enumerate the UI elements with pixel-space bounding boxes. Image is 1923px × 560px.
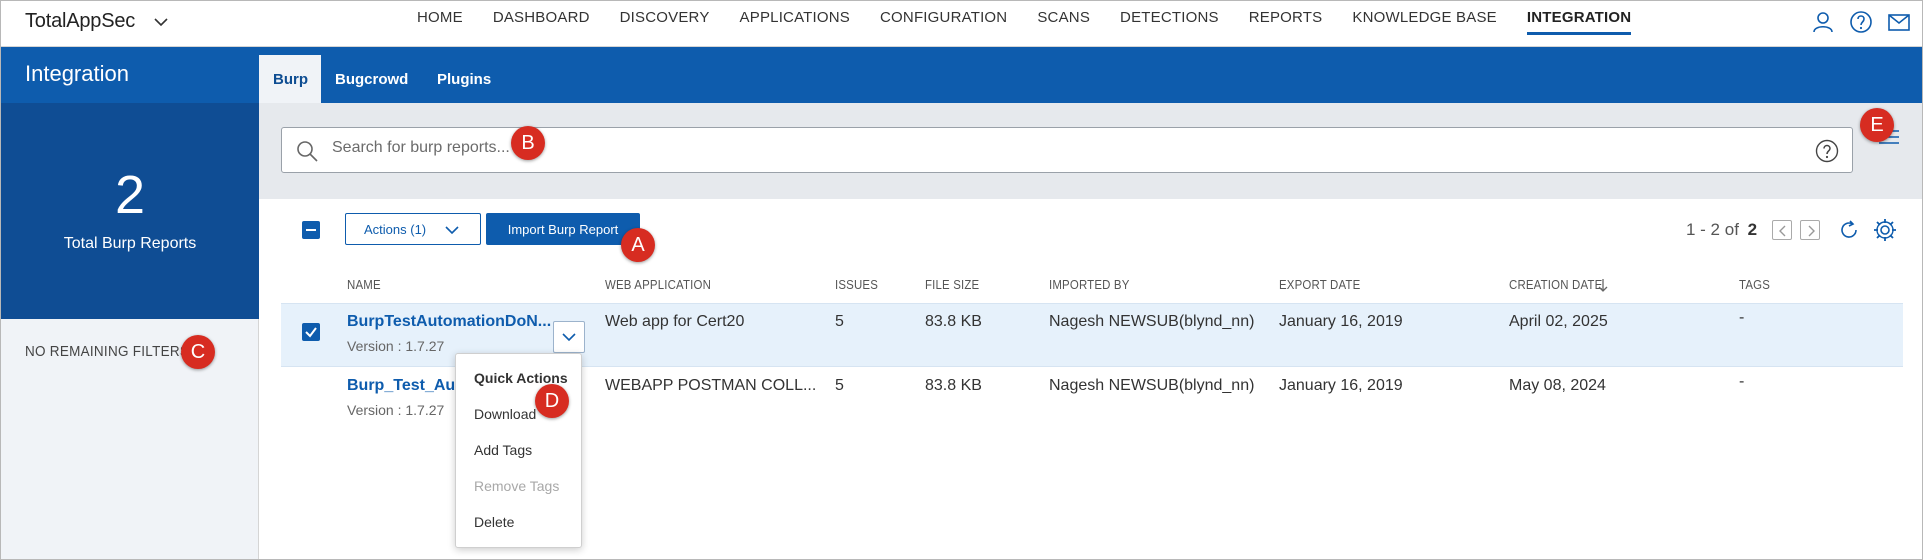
total-label: Total Burp Reports — [63, 235, 197, 252]
next-page-button[interactable] — [1800, 220, 1820, 240]
user-icon[interactable] — [1810, 9, 1836, 35]
chevron-down-icon — [445, 226, 459, 235]
tab-burp[interactable]: Burp — [259, 55, 321, 103]
column-header-imported-by[interactable]: IMPORTED BY — [1049, 277, 1130, 292]
column-header-tags[interactable]: TAGS — [1739, 277, 1770, 292]
web-application-cell: WEBAPP POSTMAN COLL... — [605, 377, 817, 394]
export-date-cell: January 16, 2019 — [1279, 313, 1403, 330]
top-navigation-bar: TotalAppSec HOME DASHBOARD DISCOVERY APP… — [1, 1, 1922, 47]
total-count: 2 — [114, 165, 146, 225]
creation-date-cell: April 02, 2025 — [1509, 313, 1608, 330]
tags-cell: - — [1739, 309, 1745, 326]
report-name-link[interactable]: Burp_Test_Aut — [347, 377, 461, 395]
column-header-name[interactable]: NAME — [347, 277, 381, 292]
tab-bugcrowd[interactable]: Bugcrowd — [321, 55, 422, 103]
file-size-cell: 83.8 KB — [925, 377, 982, 394]
nav-dashboard[interactable]: DASHBOARD — [493, 1, 590, 35]
row-checkbox[interactable] — [302, 323, 320, 341]
callout-badge-d: D — [535, 384, 569, 418]
report-version: Version : 1.7.27 — [347, 338, 445, 354]
brand-name: TotalAppSec — [25, 10, 136, 32]
nav-configuration[interactable]: CONFIGURATION — [880, 1, 1007, 35]
pager: 1 - 2 of 2 — [1686, 220, 1757, 240]
checkmark-icon — [305, 327, 317, 338]
app-window: TotalAppSec HOME DASHBOARD DISCOVERY APP… — [0, 0, 1923, 560]
actions-dropdown[interactable]: Actions (1) — [345, 213, 481, 245]
report-name-link[interactable]: BurpTestAutomationDoN... — [347, 313, 551, 331]
help-icon[interactable] — [1848, 9, 1874, 35]
prev-page-button[interactable] — [1772, 220, 1792, 240]
web-application-cell: Web app for Cert20 — [605, 313, 745, 330]
file-size-cell: 83.8 KB — [925, 313, 982, 330]
imported-by-cell: Nagesh NEWSUB(blynd_nn) — [1049, 377, 1255, 394]
mail-icon[interactable] — [1886, 9, 1912, 35]
pager-total: 2 — [1747, 220, 1758, 239]
top-icons — [1810, 9, 1912, 35]
sidebar-title: Integration — [1, 47, 259, 103]
tab-plugins[interactable]: Plugins — [423, 55, 505, 103]
column-header-creation-date[interactable]: CREATION DATE — [1509, 277, 1602, 292]
nav-applications[interactable]: APPLICATIONS — [740, 1, 850, 35]
pager-range: 1 - 2 of — [1686, 220, 1739, 239]
column-header-issues[interactable]: ISSUES — [835, 277, 878, 292]
nav-integration[interactable]: INTEGRATION — [1526, 1, 1632, 35]
chevron-down-icon[interactable] — [152, 13, 170, 31]
nav-knowledge-base[interactable]: KNOWLEDGE BASE — [1352, 1, 1497, 35]
menu-item-remove-tags: Remove Tags — [474, 478, 560, 494]
issues-cell: 5 — [835, 313, 844, 330]
callout-badge-e: E — [1860, 108, 1894, 142]
nav-scans[interactable]: SCANS — [1037, 1, 1090, 35]
creation-date-cell: May 08, 2024 — [1509, 377, 1606, 394]
menu-item-download[interactable]: Download — [474, 406, 536, 422]
quick-actions-menu: Quick Actions Download Add Tags Remove T… — [455, 353, 582, 548]
column-header-file-size[interactable]: FILE SIZE — [925, 277, 979, 292]
nav-discovery[interactable]: DISCOVERY — [620, 1, 710, 35]
search-help-icon[interactable] — [1814, 138, 1840, 164]
menu-item-add-tags[interactable]: Add Tags — [474, 442, 532, 458]
report-version: Version : 1.7.27 — [347, 402, 445, 418]
export-date-cell: January 16, 2019 — [1279, 377, 1403, 394]
nav-detections[interactable]: DETECTIONS — [1120, 1, 1219, 35]
actions-label: Actions (1) — [364, 222, 427, 237]
callout-badge-c: C — [181, 335, 215, 369]
chevron-right-icon — [1808, 225, 1815, 237]
minus-icon — [306, 229, 316, 231]
import-burp-report-button[interactable]: Import Burp Report — [486, 213, 640, 245]
chevron-left-icon — [1779, 225, 1786, 237]
sidebar: Integration 2 Total Burp Reports NO REMA… — [1, 47, 259, 559]
main-nav: HOME DASHBOARD DISCOVERY APPLICATIONS CO… — [417, 1, 1661, 47]
nav-reports[interactable]: REPORTS — [1249, 1, 1323, 35]
search-icon — [297, 141, 318, 162]
row-quick-actions-toggle[interactable] — [553, 321, 585, 353]
search-area — [259, 103, 1922, 199]
total-reports-card: 2 Total Burp Reports — [1, 103, 259, 319]
filters-status: NO REMAINING FILTERS — [25, 343, 190, 360]
chevron-down-icon — [562, 333, 576, 342]
select-all-checkbox[interactable] — [302, 221, 320, 239]
nav-home[interactable]: HOME — [417, 1, 463, 35]
sort-arrow-down-icon[interactable] — [1597, 277, 1609, 293]
tags-cell: - — [1739, 373, 1745, 390]
refresh-icon[interactable] — [1837, 218, 1861, 242]
callout-badge-b: B — [511, 126, 545, 160]
gear-icon[interactable] — [1872, 217, 1898, 243]
column-header-web-application[interactable]: WEB APPLICATION — [605, 277, 711, 292]
callout-badge-a: A — [621, 228, 655, 262]
menu-item-delete[interactable]: Delete — [474, 514, 514, 530]
imported-by-cell: Nagesh NEWSUB(blynd_nn) — [1049, 313, 1255, 330]
column-header-export-date[interactable]: EXPORT DATE — [1279, 277, 1360, 292]
issues-cell: 5 — [835, 377, 844, 394]
tab-bar: Burp Bugcrowd Plugins — [259, 47, 1922, 103]
